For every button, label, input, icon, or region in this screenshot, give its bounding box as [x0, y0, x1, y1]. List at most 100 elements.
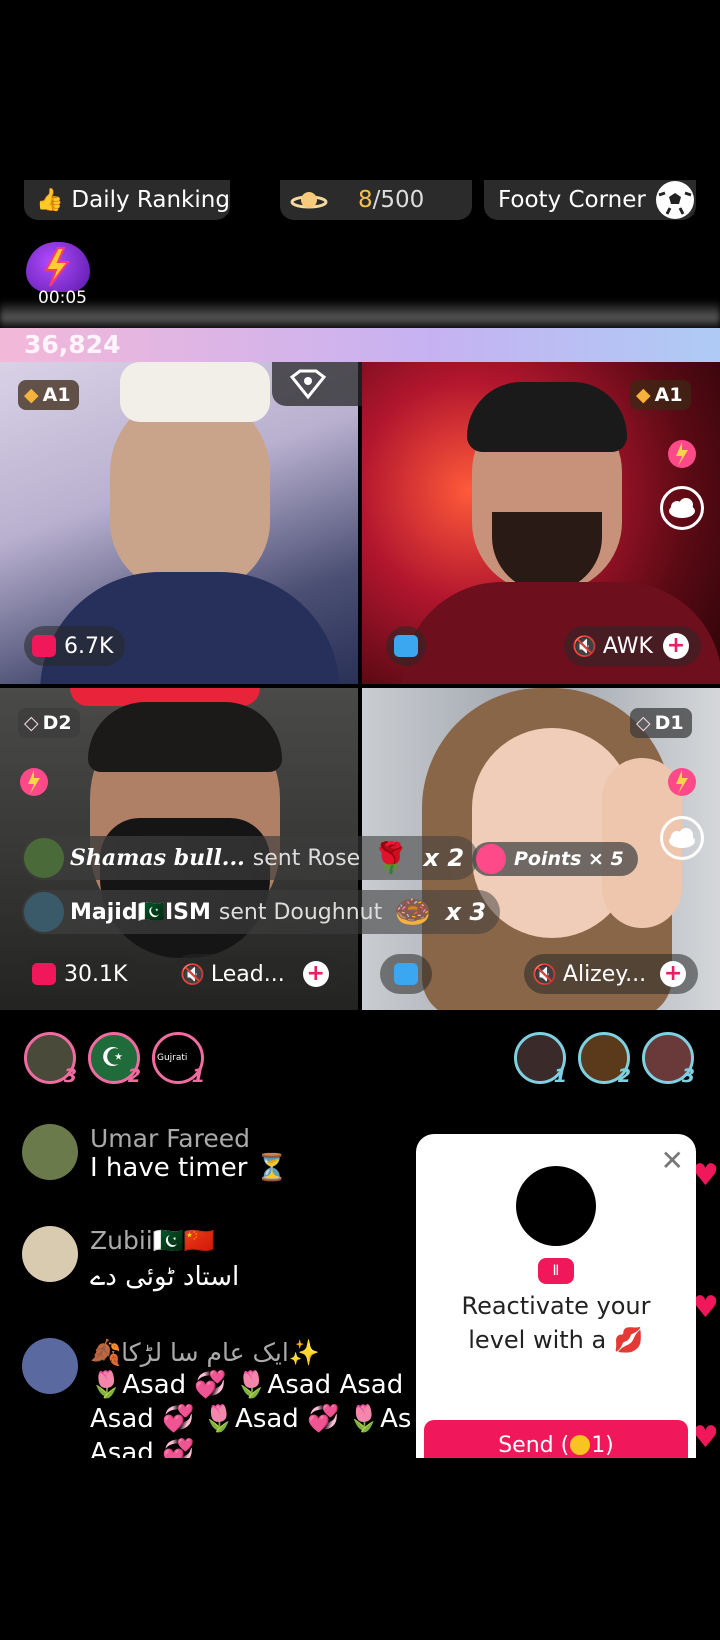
- level-icon: Ⅱ: [538, 1258, 574, 1284]
- host-name-text: AWK: [602, 633, 653, 659]
- top-gifter-2[interactable]: ☪ 2: [88, 1032, 141, 1087]
- diamond-icon: ◇: [24, 712, 39, 734]
- follow-button[interactable]: +: [302, 961, 329, 987]
- gift-count-text: 6.7K: [64, 633, 114, 659]
- gift-multiplier: x 2: [423, 844, 465, 872]
- level-badge-3: ◇ D2: [18, 708, 80, 738]
- soccer-ball-icon: [655, 181, 694, 219]
- muted-icon: 🔇: [180, 962, 205, 986]
- heart-icon: ♥: [692, 1420, 719, 1455]
- gift-multiplier: x 3: [445, 898, 487, 926]
- daily-ranking-button[interactable]: 👍 Daily Ranking: [24, 180, 230, 220]
- gifter-label: Gujrati: [157, 1053, 188, 1063]
- chat-username: Umar Fareed: [90, 1124, 250, 1153]
- chat-text: I have timer ⏳: [90, 1153, 289, 1183]
- host-name-2[interactable]: 🔇 AWK +: [564, 626, 701, 666]
- top-gifter-4[interactable]: 1: [514, 1032, 567, 1087]
- camera-button-2[interactable]: [386, 626, 426, 666]
- top-gifter-3[interactable]: Gujrati 1: [152, 1032, 205, 1087]
- gifter-rank: 3: [681, 1065, 695, 1087]
- planet-icon: [290, 189, 328, 211]
- top-gifter-5[interactable]: 2: [578, 1032, 631, 1087]
- rose-icon: 🌹: [372, 840, 410, 876]
- cloud-decoration: [0, 300, 720, 330]
- gift-count-3[interactable]: 30.1K: [24, 954, 140, 994]
- level-badge-1: ◆ A1: [18, 380, 79, 410]
- chat-text: 🌷Asad 💞 🌷Asad Asad Asad 💞 🌷Asad 💞 🌷As As…: [90, 1370, 412, 1458]
- video-tile-1[interactable]: ◆ A1 6.7K: [0, 362, 358, 684]
- chat-message[interactable]: Zubii🇵🇰🇨🇳 استاد ٹوئی دے: [22, 1226, 239, 1292]
- diamond-icon: ◆: [24, 384, 39, 406]
- video-tile-2[interactable]: ◆ A1 🔇 AWK +: [362, 362, 720, 684]
- top-gifter-1[interactable]: 3: [24, 1032, 77, 1087]
- host-name-text: Lead...: [210, 961, 285, 987]
- footy-corner-button[interactable]: Footy Corner: [484, 180, 696, 220]
- level-badge-4: ◇ D1: [630, 708, 692, 738]
- potion-icon: [476, 844, 506, 874]
- daily-ranking-label: Daily Ranking: [71, 187, 230, 213]
- score-value: 36,824: [24, 330, 121, 359]
- gift-count-1[interactable]: 6.7K: [24, 626, 126, 666]
- progress-current: 8: [358, 187, 373, 213]
- gift-box-icon: [394, 963, 418, 985]
- follow-button[interactable]: +: [662, 633, 689, 659]
- gifter-rank: 3: [63, 1065, 77, 1087]
- gifter-rank: 2: [127, 1065, 141, 1087]
- host-name-4[interactable]: 🔇 Alizey... +: [524, 954, 699, 994]
- avatar: [22, 1124, 78, 1180]
- gift-count-text: 30.1K: [64, 961, 128, 987]
- gifter-rank: 1: [191, 1065, 205, 1087]
- chat-username: Zubii🇵🇰🇨🇳: [90, 1226, 215, 1255]
- popup-avatar: [516, 1166, 596, 1246]
- send-button[interactable]: Send ( 1): [424, 1420, 688, 1458]
- score-bar: 36,824: [0, 328, 720, 362]
- footy-corner-label: Footy Corner: [498, 187, 646, 213]
- cloud-timer-icon[interactable]: [660, 486, 704, 530]
- gift-feed-item[interactable]: Majid🇵🇰ISM sent Doughnut 🍩 x 3: [22, 890, 501, 934]
- avatar: [24, 838, 64, 878]
- gift-action: sent Doughnut: [218, 899, 383, 925]
- avatar: [22, 1338, 78, 1394]
- diamond-icon: ◆: [636, 384, 651, 406]
- diamond-icon: ◇: [636, 712, 651, 734]
- level-badge-2: ◆ A1: [630, 380, 691, 410]
- points-text: Points × 5: [514, 848, 624, 870]
- user-hat-1: [120, 362, 270, 422]
- level-badge-text: A1: [654, 384, 683, 406]
- bottom-blank: [0, 1458, 720, 1640]
- top-gifter-6[interactable]: 3: [642, 1032, 695, 1087]
- heart-icon: ♥: [692, 1290, 719, 1325]
- gift-box-icon: [394, 635, 418, 657]
- gift-sender: Shamas bull...: [70, 845, 245, 871]
- chat-username: 🍂ایک عام سا لڑکا✨: [90, 1338, 320, 1367]
- close-icon[interactable]: ✕: [661, 1144, 684, 1177]
- camera-button-4[interactable]: [380, 954, 432, 994]
- level-badge-text: D2: [42, 712, 72, 734]
- flag-icon: ☪: [101, 1043, 125, 1073]
- reactivate-popup[interactable]: ✕ Ⅱ Reactivate your level with a 💋 Send …: [416, 1134, 696, 1458]
- avatar: [24, 892, 64, 932]
- gift-potion-icon[interactable]: [664, 432, 700, 472]
- popup-line-2: level with a 💋: [468, 1326, 644, 1354]
- gift-box-icon: [32, 635, 56, 657]
- goal-progress[interactable]: 8/500: [280, 180, 472, 220]
- gift-feed-item[interactable]: Shamas bull... sent Rose 🌹 x 2: [22, 836, 479, 880]
- gift-potion-icon[interactable]: [16, 760, 52, 800]
- user-hair-2: [467, 382, 627, 452]
- gifter-rank: 1: [553, 1065, 567, 1087]
- user-face-1: [110, 392, 270, 592]
- gift-potion-icon[interactable]: [664, 760, 700, 800]
- level-badge-text: A1: [42, 384, 71, 406]
- host-name-3[interactable]: 🔇 Lead... +: [172, 954, 341, 994]
- cloud-timer-icon[interactable]: [660, 816, 704, 860]
- chat-message[interactable]: 🍂ایک عام سا لڑکا✨ 🌷Asad 💞 🌷Asad Asad Asa…: [22, 1338, 470, 1458]
- heart-icon: ♥: [692, 1158, 719, 1193]
- send-label: Send (: [498, 1432, 570, 1458]
- chat-message[interactable]: Umar Fareed I have timer ⏳: [22, 1124, 288, 1183]
- level-badge-text: D1: [654, 712, 684, 734]
- user-hair-3: [88, 702, 282, 772]
- follow-button[interactable]: +: [660, 961, 687, 987]
- fire-icon: 👍: [36, 187, 64, 213]
- gifter-rank: 2: [617, 1065, 631, 1087]
- chat-text: استاد ٹوئی دے: [90, 1262, 240, 1292]
